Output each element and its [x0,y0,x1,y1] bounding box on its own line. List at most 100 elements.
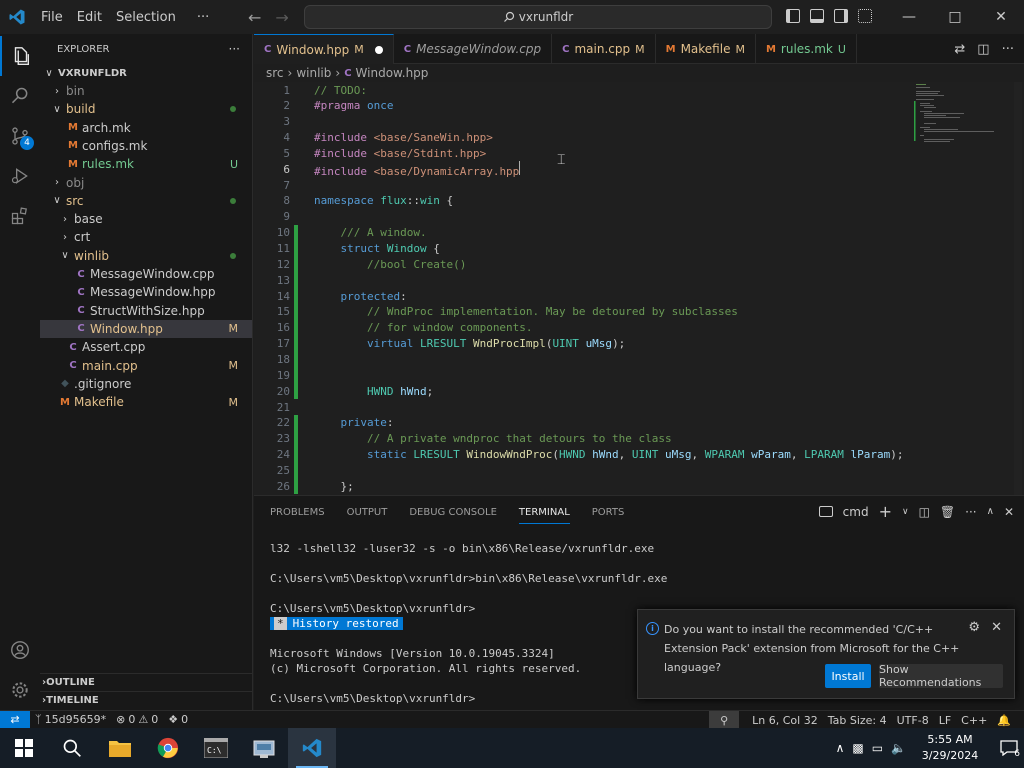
file-rules-mk[interactable]: Mrules.mk U [40,155,252,173]
bell-icon[interactable]: 🔔 [992,714,1016,727]
display-icon[interactable]: ▭ [872,741,883,755]
file-messagewindow-hpp[interactable]: C MessageWindow.hpp [40,283,252,301]
breadcrumb-winlib[interactable]: winlib [296,66,331,80]
action-center-icon[interactable]: 6 [994,728,1024,768]
unsaved-dot-icon[interactable] [374,45,383,54]
code-editor[interactable]: 1 // TODO: 2 #pragma once 3 4 #include <base/S… [254,82,1024,495]
customize-layout-icon[interactable] [858,9,872,23]
taskbar-clock[interactable]: 5:55 AM 3/29/2024 [914,732,986,764]
tab-size[interactable]: Tab Size: 4 [823,714,892,727]
gutter-change-marker[interactable] [294,319,298,336]
tab-makefile[interactable]: M Makefile M [656,34,756,64]
code-line[interactable]: 12 //bool Create() [254,256,914,273]
code-line[interactable]: 5 #include <base/Stdint.hpp> [254,145,914,161]
menu-file[interactable]: File [34,10,70,25]
menu-selection[interactable]: Selection [109,10,183,25]
gutter-change-marker[interactable] [294,430,298,447]
run-debug-icon[interactable] [0,156,40,196]
remote-indicator-icon[interactable]: ⇄ [0,710,30,729]
gutter-change-marker[interactable] [294,335,298,352]
close-panel-icon[interactable]: ✕ [1004,505,1014,519]
encoding[interactable]: UTF-8 [892,714,934,727]
gutter-change-marker[interactable] [294,351,298,368]
split-editor-icon[interactable]: ◫ [977,42,989,57]
gear-icon[interactable]: ⚙ [968,620,980,635]
file-explorer-icon[interactable] [96,728,144,768]
code-line[interactable]: 3 [254,114,914,130]
outline-section[interactable]: › OUTLINE [40,673,252,691]
code-line[interactable]: 4 #include <base/SaneWin.hpp> [254,130,914,146]
code-line[interactable]: 24 static LRESULT WindowWndProc(HWND hWn… [254,446,914,463]
gutter-change-marker[interactable] [294,478,298,495]
more-actions-icon[interactable]: ··· [1002,42,1014,57]
gutter-change-marker[interactable] [294,272,298,289]
maximize-panel-icon[interactable]: ∧ [987,506,994,517]
tab-problems[interactable]: PROBLEMS [270,507,325,518]
tab-debug-console[interactable]: DEBUG CONSOLE [409,507,497,518]
menu-edit[interactable]: Edit [70,10,109,25]
code-line[interactable]: 8 namespace flux::win { [254,193,914,209]
toggle-secondary-sidebar-icon[interactable] [834,9,848,23]
settings-gear-icon[interactable] [0,670,40,710]
maximize-icon[interactable]: □ [932,0,978,34]
gutter-change-marker[interactable] [294,383,298,400]
gutter-change-marker[interactable] [294,462,298,479]
tab-rules-mk[interactable]: Mrules.mk U [756,34,857,64]
code-line[interactable]: 10 /// A window. [254,224,914,241]
terminal-shell-label[interactable]: cmd [843,505,869,519]
chrome-icon[interactable] [144,728,192,768]
file-makefile[interactable]: M Makefile M [40,393,252,411]
folder-base[interactable]: › base [40,210,252,228]
file-arch-mk[interactable]: March.mk [40,119,252,137]
explorer-more-icon[interactable]: ··· [229,42,240,56]
extensions-icon[interactable] [0,196,40,236]
tab-window-hpp[interactable]: C Window.hpp M [254,34,394,64]
toggle-panel-icon[interactable] [810,9,824,23]
code-line[interactable]: 9 [254,209,914,225]
folder-obj[interactable]: › obj [40,174,252,192]
code-line[interactable]: 23 // A private wndproc that detours to … [254,430,914,447]
code-line[interactable]: 11 struct Window { [254,240,914,257]
breadcrumb-src[interactable]: src [266,66,284,80]
show-recommendations-button[interactable]: Show Recommendations [879,663,1003,689]
terminal-output[interactable]: l32 -lshell32 -luser32 -s -o bin\x86\Rel… [270,542,667,707]
file-assert-cpp[interactable]: C Assert.cpp [40,338,252,356]
toggle-sidebar-icon[interactable] [786,9,800,23]
file-main-cpp[interactable]: Cmain.cpp M [40,357,252,375]
code-line[interactable]: 2 #pragma once [254,98,914,114]
explorer-root[interactable]: ∨ VXRUNFLDR [40,64,252,82]
new-terminal-icon[interactable]: + [879,502,892,521]
code-line[interactable]: 25 [254,462,914,479]
timeline-section[interactable]: › TIMELINE [40,691,252,709]
code-line[interactable]: 6 #include <base/DynamicArray.hpp [254,160,914,178]
ports-status[interactable]: ❖ 0 [163,713,193,726]
close-icon[interactable]: ✕ [991,620,1002,635]
folder-winlib[interactable]: ∨ winlib [40,247,252,265]
zoom-icon[interactable]: ⚲ [709,711,740,729]
explorer-icon[interactable] [0,36,40,76]
language-mode[interactable]: C++ [956,714,992,727]
editor-scrollbar[interactable] [1014,82,1022,495]
code-line[interactable]: 21 [254,399,914,415]
close-icon[interactable]: ✕ [978,0,1024,34]
code-line[interactable]: 19 [254,367,914,384]
command-center-search[interactable]: vxrunfldr [304,5,772,29]
vscode-taskbar-icon[interactable] [288,728,336,768]
folder-src[interactable]: ∨ src [40,192,252,210]
menu-more[interactable]: ··· [183,10,223,25]
folder-bin[interactable]: › bin [40,82,252,100]
install-button[interactable]: Install [825,664,871,688]
folder-crt[interactable]: › crt [40,228,252,246]
file-structwithsize-hpp[interactable]: C StructWithSize.hpp [40,302,252,320]
source-control-icon[interactable]: 4 [0,116,40,156]
cursor-position[interactable]: Ln 6, Col 32 [747,714,823,727]
code-line[interactable]: 22 private: [254,414,914,431]
file-messagewindow-cpp[interactable]: C MessageWindow.cpp [40,265,252,283]
gutter-change-marker[interactable] [294,224,298,241]
compare-changes-icon[interactable]: ⇄ [954,42,965,57]
accounts-icon[interactable] [0,630,40,670]
file-window-hpp[interactable]: C Window.hpp M [40,319,252,338]
tray-chevron-up-icon[interactable]: ∧ [836,741,845,755]
gutter-change-marker[interactable] [294,240,298,257]
file--gitignore[interactable]: ◆ .gitignore [40,375,252,393]
